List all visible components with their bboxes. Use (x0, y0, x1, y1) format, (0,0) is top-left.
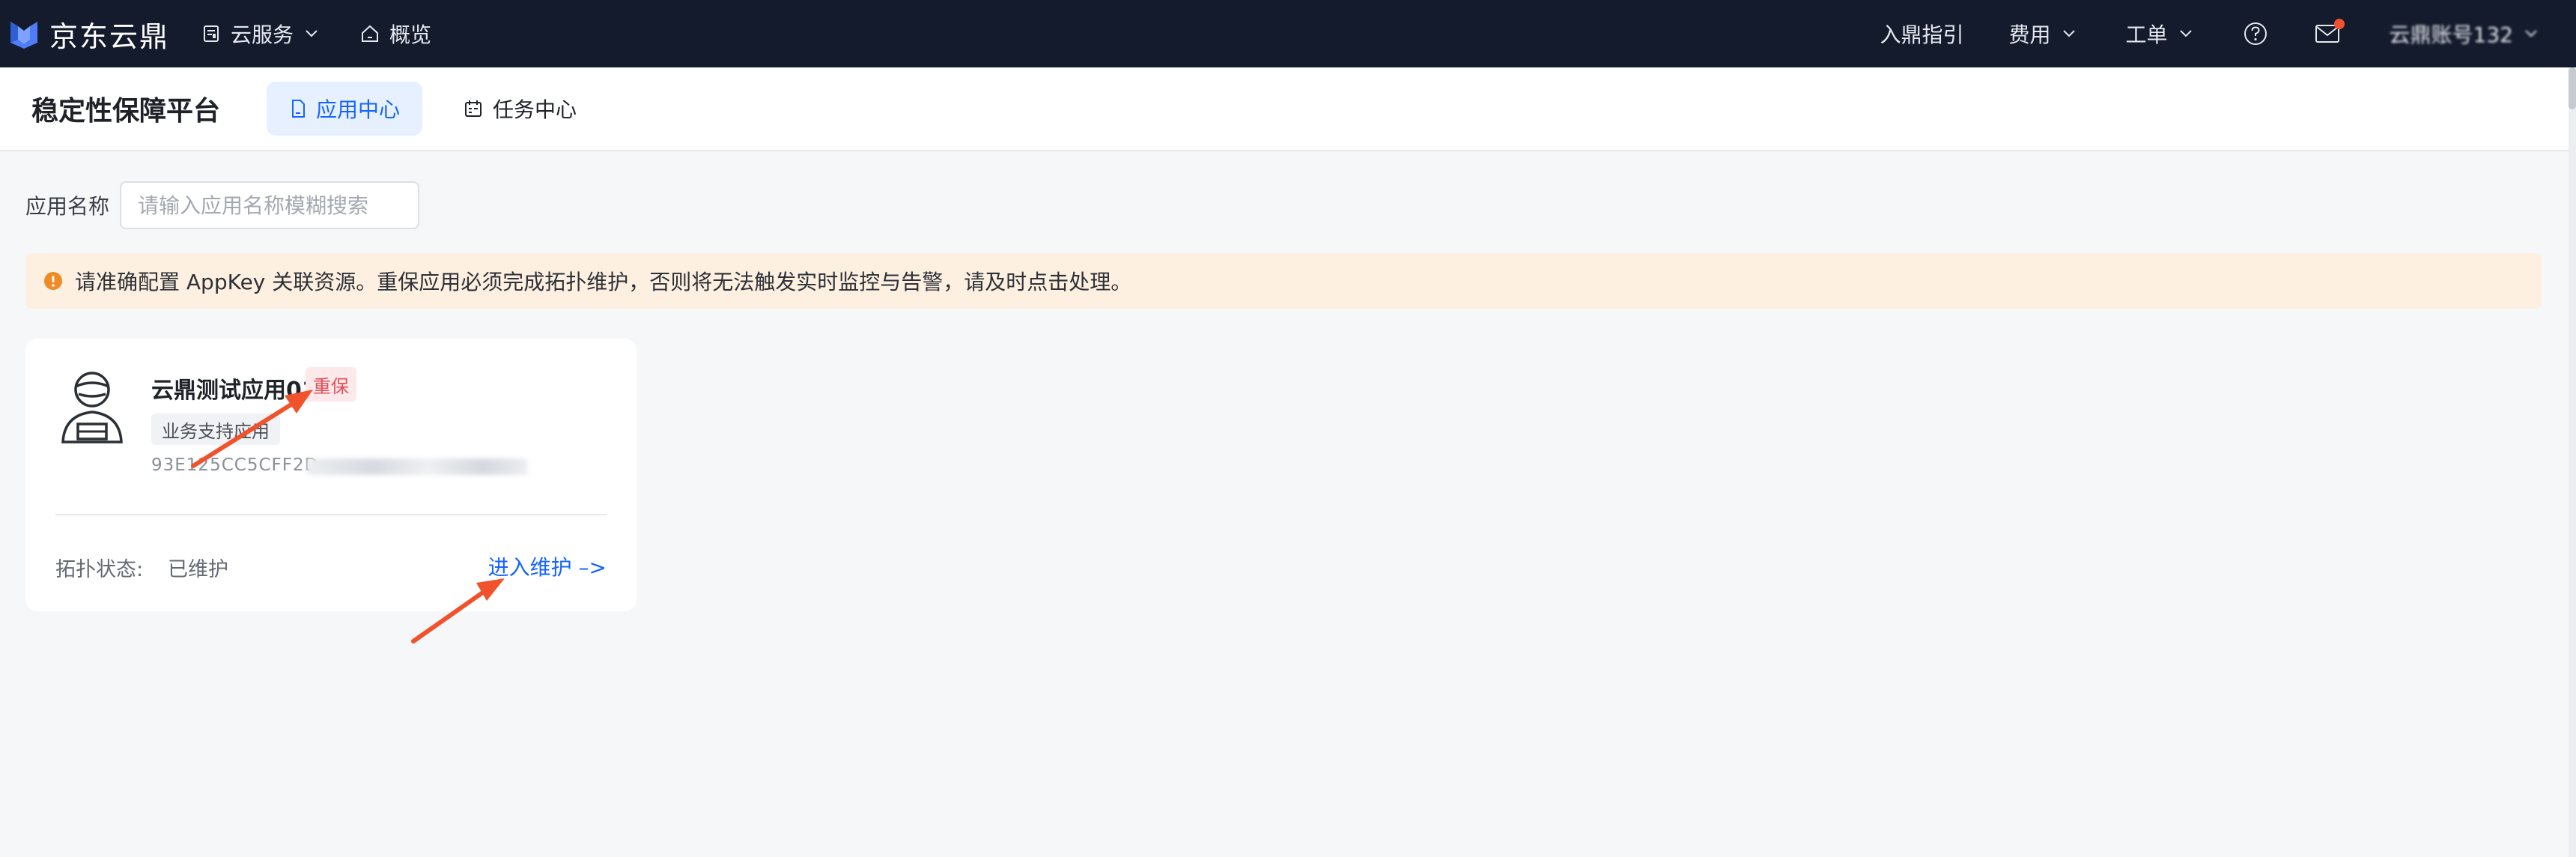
grid-doc-icon (204, 25, 219, 42)
app-name-search-input[interactable] (120, 181, 420, 229)
document-icon (292, 100, 306, 118)
topology-status-value: 已维护 (168, 558, 228, 581)
nav-overview-label: 概览 (389, 22, 432, 47)
chevron-down-icon (2525, 30, 2537, 37)
scrollbar-thumb[interactable] (2569, 67, 2576, 109)
topology-status-label: 拓扑状态: (55, 558, 144, 581)
appkey-redacted (307, 458, 527, 475)
app-card[interactable]: 云鼎测试应用01 重保 业务支持应用 93E125CC5CFF2D 拓扑状态: … (25, 339, 637, 611)
tab-app-center-label: 应用中心 (316, 97, 401, 122)
help-button[interactable] (2243, 21, 2268, 46)
unread-dot (2333, 19, 2345, 29)
page-title: 稳定性保障平台 (31, 96, 221, 127)
account-menu[interactable]: 云鼎账号132 (2390, 19, 2539, 49)
platform-header: 稳定性保障平台 应用中心 任务中心 (0, 67, 2576, 151)
tab-app-center[interactable]: 应用中心 (267, 82, 423, 136)
app-name: 云鼎测试应用01 (151, 378, 318, 404)
card-divider (55, 514, 607, 515)
warning-text: 请准确配置 AppKey 关联资源。重保应用必须完成拓扑维护，否则将无法触发实时… (75, 270, 1132, 294)
app-type-tag: 业务支持应用 (151, 414, 280, 445)
account-name: 云鼎账号132 (2389, 22, 2513, 47)
nav-guide-label: 入鼎指引 (1880, 22, 1964, 47)
key-protection-badge: 重保 (306, 367, 356, 402)
calendar-icon (465, 100, 482, 117)
tab-task-center-label: 任务中心 (493, 97, 577, 122)
home-icon (362, 25, 379, 42)
nav-fees[interactable]: 费用 (2009, 19, 2077, 49)
nav-fees-label: 费用 (2008, 22, 2051, 47)
nav-cloud-services-label: 云服务 (231, 22, 294, 47)
warning-banner: 请准确配置 AppKey 关联资源。重保应用必须完成拓扑维护，否则将无法触发实时… (25, 253, 2542, 309)
chevron-down-icon (306, 30, 318, 37)
jdcloud-logo-icon (10, 22, 37, 49)
nav-tickets-label: 工单 (2125, 22, 2168, 47)
warning-icon (44, 272, 62, 290)
search-row: 应用名称 (25, 181, 420, 229)
brand-name: 京东云鼎 (49, 19, 170, 53)
nav-tickets[interactable]: 工单 (2126, 19, 2193, 49)
tab-task-center[interactable]: 任务中心 (440, 82, 599, 136)
page-scrollbar[interactable] (2569, 67, 2576, 857)
nav-guide[interactable]: 入鼎指引 (1880, 19, 1964, 49)
enter-maintenance-link[interactable]: 进入维护 –> (488, 551, 607, 581)
app-avatar-icon (61, 372, 123, 443)
chevron-down-icon (2179, 30, 2192, 37)
nav-cloud-services[interactable]: 云服务 (202, 19, 319, 49)
nav-overview[interactable]: 概览 (359, 19, 431, 49)
search-label: 应用名称 (25, 194, 110, 219)
mail-button[interactable] (2315, 19, 2345, 44)
question-circle-icon (2244, 22, 2267, 45)
appkey-text: 93E125CC5CFF2D (151, 455, 319, 475)
chevron-down-icon (2062, 30, 2075, 37)
brand-logo[interactable]: 京东云鼎 (7, 13, 169, 55)
top-navigation-bar: 京东云鼎 云服务 概览 入鼎指引 费用 工单 云鼎账号132 (0, 0, 2576, 67)
